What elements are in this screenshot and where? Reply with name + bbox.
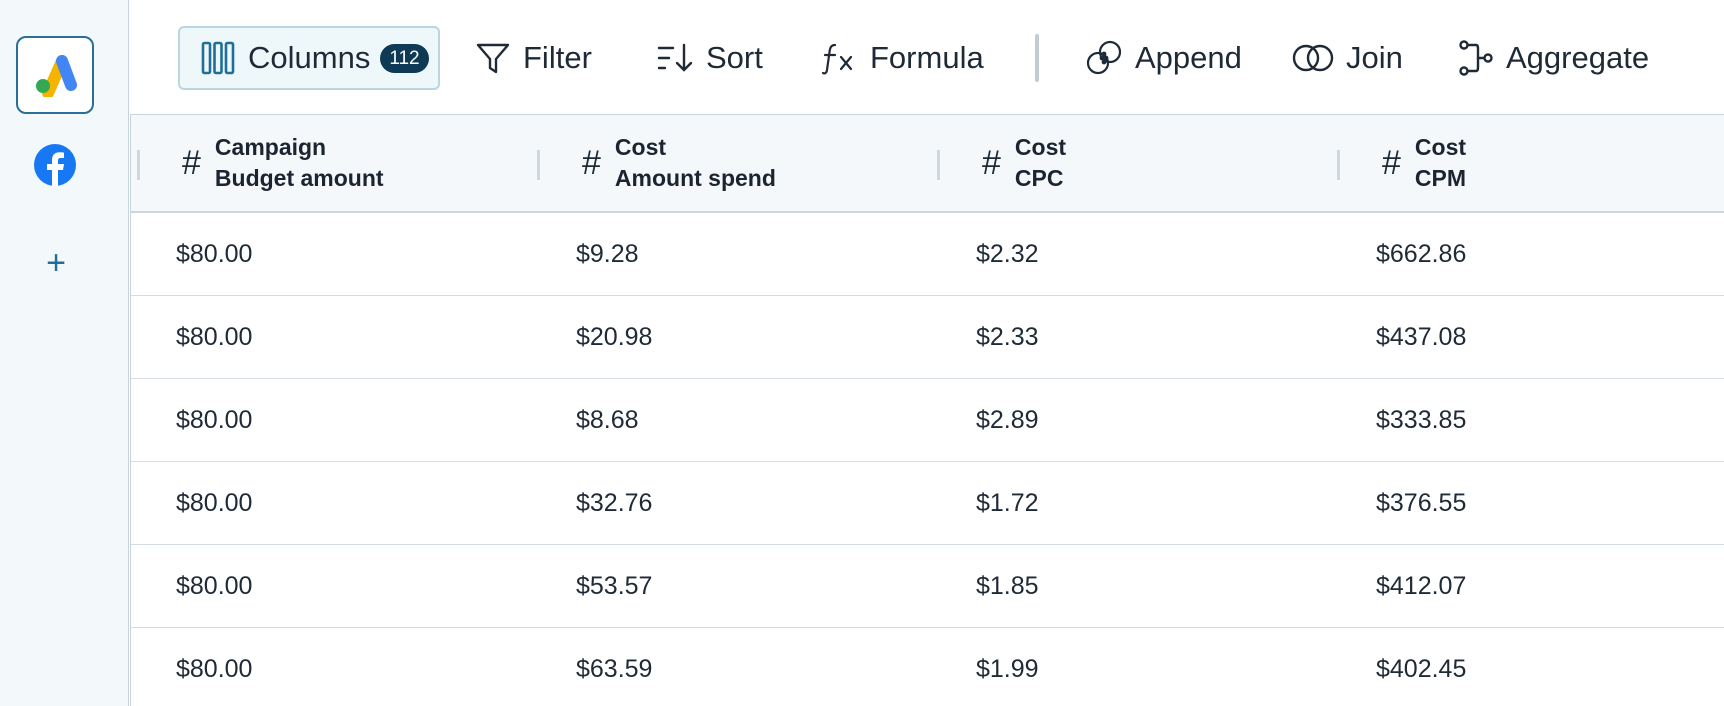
table-cell[interactable]: $333.85 [1376, 379, 1466, 462]
columns-icon [201, 41, 235, 75]
column-header-line1: Cost [1414, 134, 1467, 160]
table-cell[interactable]: $1.99 [976, 628, 1039, 706]
toolbar: Columns 112 Filter Sort Formula Append J… [130, 0, 1724, 114]
table-cell[interactable]: $376.55 [1376, 462, 1466, 545]
column-resize-handle[interactable] [137, 150, 140, 180]
sort-icon [657, 43, 693, 72]
number-type-icon: # [182, 143, 201, 182]
filter-button[interactable]: Filter [475, 26, 592, 90]
columns-count-badge: 112 [380, 43, 429, 73]
toolbar-divider [1035, 34, 1039, 82]
column-header[interactable]: # Cost CPM [1382, 115, 1466, 211]
aggregate-label: Aggregate [1506, 40, 1650, 75]
table-cell[interactable]: $80.00 [176, 462, 252, 545]
table-cell[interactable]: $80.00 [176, 213, 252, 296]
table-cell[interactable]: $662.86 [1376, 213, 1466, 296]
column-header[interactable]: # Cost CPC [982, 115, 1066, 211]
column-resize-handle[interactable] [537, 150, 540, 180]
table-row: $80.00 $9.28 $2.32 $662.86 [131, 213, 1724, 296]
table-cell[interactable]: $2.89 [976, 379, 1039, 462]
data-table: # Campaign Budget amount # Cost Amount s… [130, 114, 1724, 706]
sort-label: Sort [706, 40, 763, 75]
number-type-icon: # [582, 143, 601, 182]
table-row: $80.00 $53.57 $1.85 $412.07 [131, 545, 1724, 628]
table-cell[interactable]: $80.00 [176, 379, 252, 462]
table-row: $80.00 $8.68 $2.89 $333.85 [131, 379, 1724, 462]
facebook-source-button[interactable] [31, 141, 79, 189]
table-cell[interactable]: $9.28 [576, 213, 639, 296]
google-ads-icon [36, 55, 77, 97]
append-label: Append [1135, 40, 1242, 75]
number-type-icon: # [1382, 143, 1401, 182]
table-header: # Campaign Budget amount # Cost Amount s… [131, 115, 1724, 213]
column-header-line2: Amount spend [614, 165, 776, 191]
table-cell[interactable]: $63.59 [576, 628, 652, 706]
table-cell[interactable]: $2.33 [976, 296, 1039, 379]
join-label: Join [1346, 40, 1403, 75]
aggregate-icon [1459, 40, 1493, 76]
filter-icon [476, 43, 510, 74]
join-icon [1292, 44, 1334, 72]
column-header-line1: Cost [1014, 134, 1067, 160]
table-cell[interactable]: $412.07 [1376, 545, 1466, 628]
column-header-line2: CPM [1414, 165, 1467, 191]
table-cell[interactable]: $80.00 [176, 628, 252, 706]
column-header-line1: Campaign [214, 134, 327, 160]
table-cell[interactable]: $1.72 [976, 462, 1039, 545]
table-row: $80.00 $20.98 $2.33 $437.08 [131, 296, 1724, 379]
facebook-icon [34, 144, 76, 186]
table-cell[interactable]: $32.76 [576, 462, 652, 545]
source-sidebar: + [0, 0, 129, 706]
column-header-line2: CPC [1014, 165, 1064, 191]
table-cell[interactable]: $53.57 [576, 545, 652, 628]
filter-label: Filter [523, 40, 592, 75]
column-header[interactable]: # Cost Amount spend [582, 115, 776, 211]
column-header-line2: Budget amount [214, 165, 384, 191]
table-cell[interactable]: $402.45 [1376, 628, 1466, 706]
table-cell[interactable]: $437.08 [1376, 296, 1466, 379]
append-icon [1086, 40, 1122, 75]
google-ads-source-button[interactable] [16, 36, 94, 114]
formula-icon [821, 43, 853, 75]
table-cell[interactable]: $1.85 [976, 545, 1039, 628]
aggregate-button[interactable]: Aggregate [1458, 26, 1649, 90]
table-row: $80.00 $63.59 $1.99 $402.45 [131, 628, 1724, 706]
add-source-button[interactable]: + [36, 243, 76, 283]
sort-button[interactable]: Sort [656, 26, 763, 90]
table-cell[interactable]: $8.68 [576, 379, 639, 462]
column-header-line1: Cost [614, 134, 667, 160]
plus-icon: + [46, 244, 66, 282]
table-row: $80.00 $32.76 $1.72 $376.55 [131, 462, 1724, 545]
columns-label: Columns [248, 40, 371, 75]
column-header[interactable]: # Campaign Budget amount [182, 115, 384, 211]
table-cell[interactable]: $80.00 [176, 296, 252, 379]
columns-button[interactable]: Columns 112 [178, 26, 440, 90]
formula-label: Formula [870, 40, 984, 75]
table-cell[interactable]: $80.00 [176, 545, 252, 628]
join-button[interactable]: Join [1292, 26, 1403, 90]
column-resize-handle[interactable] [1337, 150, 1340, 180]
table-cell[interactable]: $20.98 [576, 296, 652, 379]
number-type-icon: # [982, 143, 1001, 182]
formula-button[interactable]: Formula [820, 26, 984, 90]
column-resize-handle[interactable] [937, 150, 940, 180]
table-cell[interactable]: $2.32 [976, 213, 1039, 296]
append-button[interactable]: Append [1085, 26, 1242, 90]
